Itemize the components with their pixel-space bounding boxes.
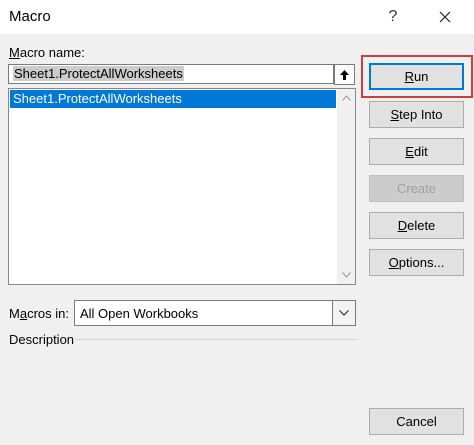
macro-name-value: Sheet1.ProtectAllWorksheets bbox=[13, 66, 184, 81]
btn-mnemonic: O bbox=[388, 255, 399, 270]
scroll-down-button[interactable] bbox=[337, 266, 355, 284]
btn-text: tep Into bbox=[399, 107, 443, 122]
vertical-scrollbar[interactable] bbox=[337, 89, 355, 284]
chevron-up-icon bbox=[341, 95, 351, 101]
step-into-button[interactable]: Step Into bbox=[369, 101, 464, 128]
macros-in-select[interactable]: All Open Workbooks bbox=[74, 300, 356, 326]
dropdown-button[interactable] bbox=[332, 301, 355, 325]
btn-mnemonic: R bbox=[404, 69, 414, 84]
macro-list[interactable]: Sheet1.ProtectAllWorksheets bbox=[8, 88, 356, 285]
btn-text: ptions... bbox=[398, 255, 445, 270]
macros-in-value: All Open Workbooks bbox=[80, 306, 199, 321]
description-label: Description bbox=[9, 332, 75, 347]
title-bar: Macro ? bbox=[0, 0, 474, 34]
label-mnemonic: M bbox=[9, 45, 20, 60]
collapse-button[interactable] bbox=[334, 64, 355, 85]
options-button[interactable]: Options... bbox=[369, 249, 464, 276]
close-button[interactable] bbox=[422, 0, 468, 34]
window-title: Macro bbox=[9, 8, 51, 25]
help-icon: ? bbox=[388, 8, 398, 25]
macros-in-label: Macros in: bbox=[9, 306, 69, 321]
btn-text: elete bbox=[407, 218, 436, 233]
btn-text: Create bbox=[396, 181, 437, 196]
edit-button[interactable]: Edit bbox=[369, 138, 464, 165]
btn-mnemonic: D bbox=[397, 218, 408, 233]
scroll-up-button[interactable] bbox=[337, 89, 355, 107]
close-icon bbox=[439, 11, 451, 23]
arrow-up-icon bbox=[340, 69, 349, 80]
create-button[interactable]: Create bbox=[369, 175, 464, 202]
list-item[interactable]: Sheet1.ProtectAllWorksheets bbox=[10, 90, 336, 108]
btn-mnemonic: E bbox=[405, 144, 414, 159]
cancel-button[interactable]: Cancel bbox=[369, 408, 464, 435]
help-button[interactable]: ? bbox=[370, 0, 416, 34]
description-divider bbox=[75, 339, 357, 340]
btn-mnemonic: S bbox=[390, 107, 400, 122]
chevron-down-icon bbox=[341, 272, 351, 278]
label-part: cros in: bbox=[27, 306, 69, 321]
macro-name-label: Macro name: bbox=[9, 45, 85, 60]
label-part: M bbox=[9, 306, 20, 321]
run-button[interactable]: Run bbox=[369, 63, 464, 90]
macro-name-input[interactable]: Sheet1.ProtectAllWorksheets bbox=[8, 64, 334, 84]
label-part: acro name: bbox=[19, 45, 85, 60]
btn-text: dit bbox=[413, 144, 428, 159]
macro-dialog: Macro ? Macro name: Sheet1.ProtectAllWor… bbox=[0, 0, 474, 445]
chevron-down-icon bbox=[339, 310, 349, 316]
delete-button[interactable]: Delete bbox=[369, 212, 464, 239]
btn-text: un bbox=[413, 69, 429, 84]
label-mnemonic: a bbox=[19, 306, 28, 321]
